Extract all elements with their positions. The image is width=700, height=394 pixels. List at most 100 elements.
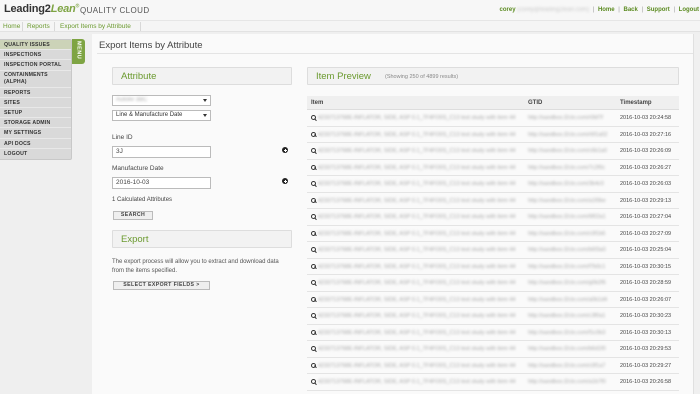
row-item[interactable]: 4233713768E-INFLATOR, SIDE, ASP 0.1_7F4F… — [318, 247, 516, 253]
row-item[interactable]: 4233713768E-INFLATOR, SIDE, ASP 0.1_7F4F… — [318, 148, 516, 154]
magnifier-icon[interactable] — [311, 230, 316, 236]
magnifier-icon[interactable] — [311, 362, 316, 368]
row-gtid[interactable]: http://sandbox.l2clo.com/a1f0be — [528, 198, 606, 204]
row-item[interactable]: 4233713768E-INFLATOR, SIDE, ASP 0.1_7F4F… — [318, 231, 516, 237]
row-item[interactable]: 4233713768E-INFLATOR, SIDE, ASP 0.1_7F4F… — [318, 330, 516, 336]
column-header-item[interactable]: Item — [311, 100, 323, 106]
row-gtid[interactable]: http://sandbox.l2clo.com/c3f0a1 — [528, 313, 605, 319]
row-gtid[interactable]: http://sandbox.l2clo.com/7c2f0c — [528, 165, 605, 171]
row-item[interactable]: 4233713768E-INFLATOR, SIDE, ASP 0.1_7F4F… — [318, 379, 516, 385]
table-row[interactable]: 4233713768E-INFLATOR, SIDE, ASP 0.1_7F4F… — [307, 160, 679, 176]
sidebar-item-reports[interactable]: REPORTS — [0, 88, 71, 98]
row-item[interactable]: 4233713768E-INFLATOR, SIDE, ASP 0.1_7F4F… — [318, 264, 516, 270]
nav-logout[interactable]: Logout — [679, 7, 699, 13]
line-id-input[interactable]: 3J — [112, 146, 211, 158]
table-row[interactable]: 4233713768E-INFLATOR, SIDE, ASP 0.1_7F4F… — [307, 193, 679, 209]
magnifier-icon[interactable] — [311, 115, 316, 120]
table-row[interactable]: 4233713768E-INFLATOR, SIDE, ASP 0.1_7F4F… — [307, 341, 679, 358]
add-manufacture-date-icon[interactable] — [282, 178, 288, 184]
sidebar-item-inspections[interactable]: INSPECTIONS — [0, 50, 71, 61]
nav-back[interactable]: Back — [624, 7, 638, 13]
breadcrumb-home[interactable]: Home — [3, 23, 20, 30]
table-row[interactable]: 4233713768E-INFLATOR, SIDE, ASP 0.1_7F4F… — [307, 292, 679, 308]
sidebar-item-storage-admin[interactable]: STORAGE ADMIN — [0, 118, 71, 129]
row-gtid[interactable]: http://sandbox.l2clo.com/6f02a1 — [528, 214, 606, 220]
magnifier-icon[interactable] — [311, 263, 316, 269]
search-button[interactable]: SEARCH — [113, 211, 153, 220]
magnifier-icon[interactable] — [311, 148, 316, 153]
row-item[interactable]: 4233713768E-INFLATOR, SIDE, ASP 0.1_7F4F… — [318, 313, 516, 319]
magnifier-icon[interactable] — [311, 280, 316, 285]
row-gtid[interactable]: http://sandbox.l2clo.com/c0f1a7 — [528, 363, 605, 369]
row-item[interactable]: 4233713768E-INFLATOR, SIDE, ASP 0.1_7F4F… — [318, 297, 516, 303]
magnifier-icon[interactable] — [311, 181, 316, 186]
row-item[interactable]: 4233713768E-INFLATOR, SIDE, ASP 0.1_7F4F… — [318, 132, 516, 138]
row-gtid[interactable]: http://sandbox.l2clo.com/r0bf7f — [528, 115, 603, 121]
table-row[interactable]: 4233713768E-INFLATOR, SIDE, ASP 0.1_7F4F… — [307, 358, 679, 374]
column-header-timestamp[interactable]: Timestamp — [620, 100, 652, 106]
row-gtid[interactable]: http://sandbox.l2clo.com/r6f1a02 — [528, 132, 608, 138]
table-row[interactable]: 4233713768E-INFLATOR, SIDE, ASP 0.1_7F4F… — [307, 374, 679, 391]
row-item[interactable]: 4233713768E-INFLATOR, SIDE, ASP 0.1_7F4F… — [318, 363, 516, 369]
page-scrollbar[interactable] — [693, 34, 700, 394]
row-item[interactable]: 4233713768E-INFLATOR, SIDE, ASP 0.1_7F4F… — [318, 280, 516, 286]
add-line-id-icon[interactable] — [282, 147, 288, 153]
nav-support[interactable]: Support — [647, 7, 670, 13]
table-row[interactable]: 4233713768E-INFLATOR, SIDE, ASP 0.1_7F4F… — [307, 143, 679, 160]
row-gtid[interactable]: http://sandbox.l2clo.com/c0f1b6 — [528, 231, 605, 237]
sidebar-item-logout[interactable]: LOGOUT — [0, 149, 71, 159]
row-gtid[interactable]: http://sandbox.l2clo.com/3b4c0 — [528, 181, 604, 187]
breadcrumb-current[interactable]: Export Items by Attribute — [60, 23, 131, 30]
table-row[interactable]: 4233713768E-INFLATOR, SIDE, ASP 0.1_7F4F… — [307, 176, 679, 193]
magnifier-icon[interactable] — [311, 247, 316, 252]
sidebar-item-setup[interactable]: SETUP — [0, 108, 71, 119]
magnifier-icon[interactable] — [311, 296, 316, 302]
table-row[interactable]: 4233713768E-INFLATOR, SIDE, ASP 0.1_7F4F… — [307, 226, 679, 242]
table-row[interactable]: 4233713768E-INFLATOR, SIDE, ASP 0.1_7F4F… — [307, 127, 679, 143]
nav-home[interactable]: Home — [598, 7, 615, 13]
attribute-type-select[interactable]: Line & Manufacture Date — [112, 110, 211, 121]
table-row[interactable]: 4233713768E-INFLATOR, SIDE, ASP 0.1_7F4F… — [307, 259, 679, 275]
magnifier-icon[interactable] — [311, 131, 316, 137]
select-export-fields-button[interactable]: SELECT EXPORT FIELDS > — [113, 281, 210, 290]
manufacture-date-input[interactable]: 2016-10-03 — [112, 177, 211, 189]
sidebar-item-api-docs[interactable]: API DOCS — [0, 139, 71, 149]
column-header-gtid[interactable]: GTID — [528, 100, 542, 106]
table-row[interactable]: 4233713768E-INFLATOR, SIDE, ASP 0.1_7F4F… — [307, 308, 679, 325]
row-gtid[interactable]: http://sandbox.l2clo.com/f7b0c1 — [528, 264, 605, 270]
magnifier-icon[interactable] — [311, 214, 316, 219]
row-item[interactable]: 4233713768E-INFLATOR, SIDE, ASP 0.1_7F4F… — [318, 198, 516, 204]
table-row[interactable]: 4233713768E-INFLATOR, SIDE, ASP 0.1_7F4F… — [307, 242, 679, 259]
sidebar-item-inspection-portal[interactable]: INSPECTION PORTAL — [0, 60, 71, 71]
sidebar-item-containments[interactable]: CONTAINMENTS (ALPHA) — [0, 71, 71, 88]
user-name[interactable]: corey — [500, 7, 516, 13]
row-gtid[interactable]: http://sandbox.l2clo.com/a0b1d4 — [528, 297, 607, 303]
logo[interactable]: Leading2Lean® — [4, 3, 79, 15]
table-row[interactable]: 4233713768E-INFLATOR, SIDE, ASP 0.1_7F4F… — [307, 325, 679, 341]
magnifier-icon[interactable] — [311, 329, 316, 335]
sidebar-item-quality-issues[interactable]: QUALITY ISSUES — [0, 40, 71, 51]
table-row[interactable]: 4233713768E-INFLATOR, SIDE, ASP 0.1_7F4F… — [307, 209, 679, 226]
row-gtid[interactable]: http://sandbox.l2clo.com/f1c0b3 — [528, 330, 605, 336]
row-gtid[interactable]: http://sandbox.l2clo.com/g0b2f6 — [528, 280, 606, 286]
row-item[interactable]: 4233713768E-INFLATOR, SIDE, ASP 0.1_7F4F… — [318, 165, 516, 171]
menu-toggle-tab[interactable]: MENU — [72, 39, 85, 64]
breadcrumb-reports[interactable]: Reports — [27, 23, 50, 30]
sidebar-item-my-settings[interactable]: MY SETTINGS — [0, 128, 71, 139]
row-gtid[interactable]: http://sandbox.l2clo.com/a1b7f0 — [528, 379, 606, 385]
site-select[interactable]: Autoliv 3BC — [112, 95, 211, 106]
table-row[interactable]: 4233713768E-INFLATOR, SIDE, ASP 0.1_7F4F… — [307, 110, 679, 127]
row-item[interactable]: 4233713768E-INFLATOR, SIDE, ASP 0.1_7F4F… — [318, 214, 516, 220]
row-gtid[interactable]: http://sandbox.l2clo.com/b6d1f0 — [528, 346, 606, 352]
row-item[interactable]: 4233713768E-INFLATOR, SIDE, ASP 0.1_7F4F… — [318, 181, 516, 187]
magnifier-icon[interactable] — [311, 164, 316, 170]
magnifier-icon[interactable] — [311, 346, 316, 351]
magnifier-icon[interactable] — [311, 197, 316, 203]
row-item[interactable]: 4233713768E-INFLATOR, SIDE, ASP 0.1_7F4F… — [318, 346, 516, 352]
row-gtid[interactable]: http://sandbox.l2clo.com/b6f3a0 — [528, 247, 606, 253]
magnifier-icon[interactable] — [311, 379, 316, 384]
row-gtid[interactable]: http://sandbox.l2clo.com/c6b1a0 — [528, 148, 607, 154]
magnifier-icon[interactable] — [311, 313, 316, 318]
table-row[interactable]: 4233713768E-INFLATOR, SIDE, ASP 0.1_7F4F… — [307, 275, 679, 292]
sidebar-item-sites[interactable]: SITES — [0, 98, 71, 108]
